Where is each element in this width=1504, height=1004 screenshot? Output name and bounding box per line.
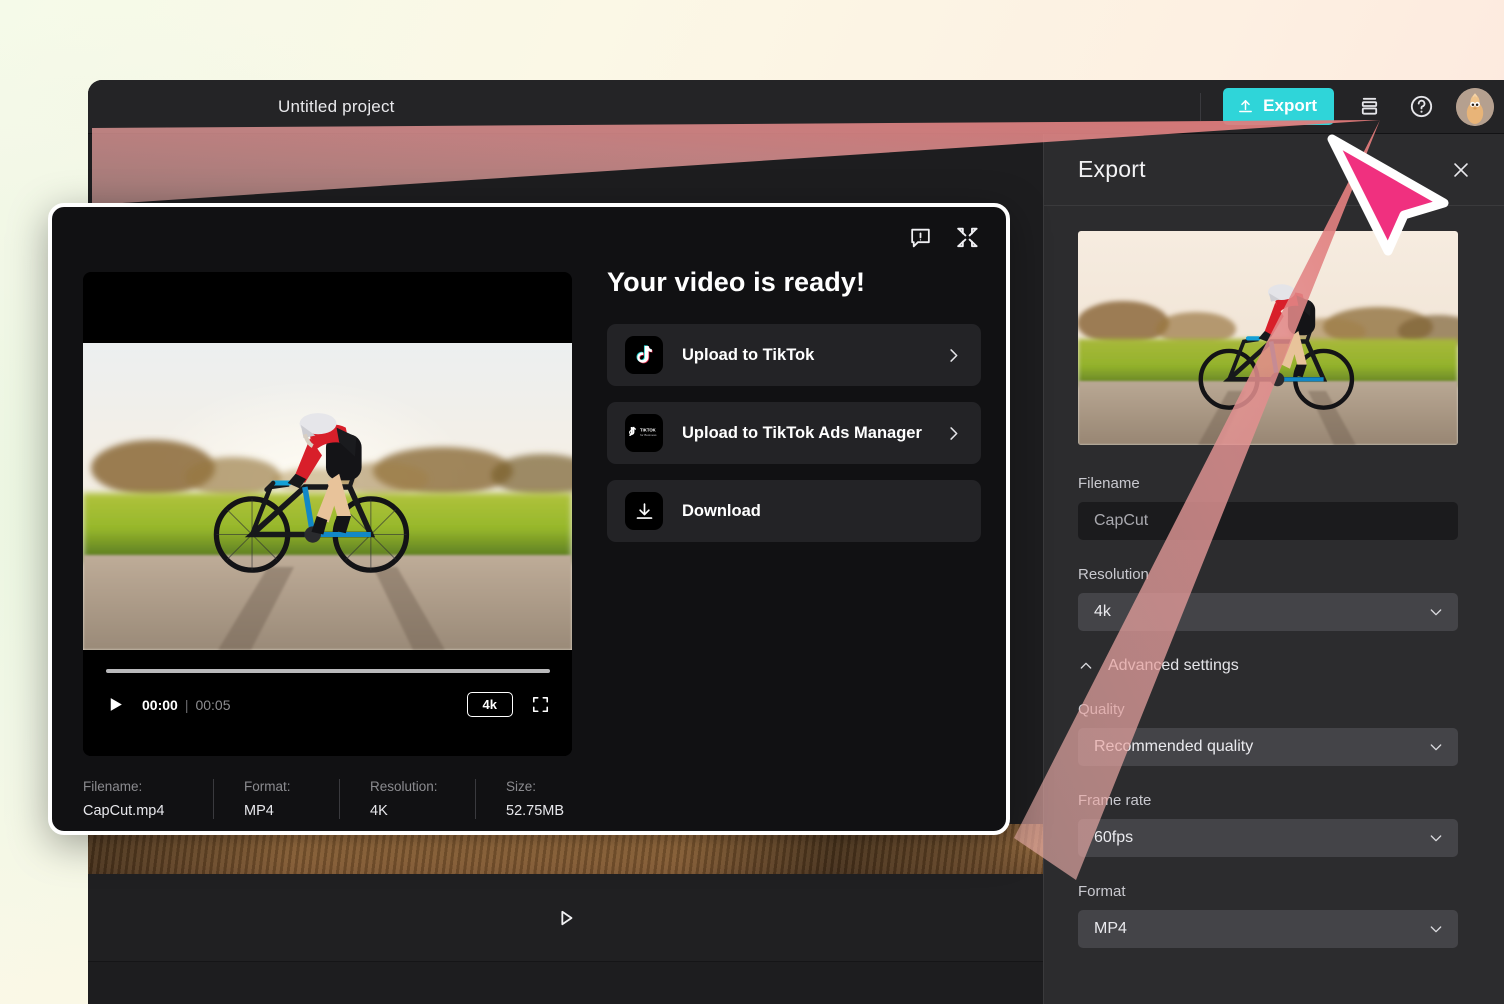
meta-item: Format: MP4 — [244, 779, 309, 819]
export-meta-row: Filename: CapCut.mp4 Format: MP4 Resolut… — [83, 779, 564, 819]
upload-icon — [1237, 98, 1254, 115]
meta-key: Size: — [506, 779, 537, 794]
meta-item: Resolution: 4K — [370, 779, 445, 819]
total-time: 00:05 — [195, 696, 231, 713]
feedback-icon[interactable] — [908, 225, 933, 250]
play-icon[interactable] — [106, 695, 130, 714]
play-outline-icon[interactable] — [555, 907, 577, 929]
meta-divider — [339, 779, 340, 819]
user-avatar[interactable] — [1456, 87, 1494, 126]
meta-value: MP4 — [244, 803, 274, 819]
editor-topbar: Untitled project Export — [88, 80, 1504, 134]
action-label: Download — [682, 501, 761, 520]
time-separator: | — [184, 696, 189, 713]
modal-heading: Your video is ready! — [607, 267, 866, 297]
pointer-cursor — [1327, 134, 1449, 256]
export-complete-modal: 00:00 | 00:05 4k Filename: CapCut.mp4 Fo… — [48, 203, 1010, 835]
format-select[interactable]: MP4 — [1078, 910, 1458, 948]
meta-key: Filename: — [83, 779, 143, 794]
svg-text:TIKTOK: TIKTOK — [640, 428, 657, 433]
quality-label: Quality — [1078, 701, 1125, 718]
download-icon — [625, 492, 663, 530]
layers-icon[interactable] — [1352, 90, 1386, 124]
export-panel-body: Filename Resolution 4k Advanced settings… — [1044, 206, 1504, 948]
meta-value: 52.75MB — [506, 803, 565, 819]
framerate-label: Frame rate — [1078, 792, 1152, 809]
action-label: Upload to TikTok Ads Manager — [682, 423, 922, 442]
quality-value: Recommended quality — [1094, 738, 1254, 755]
framerate-value: 60fps — [1094, 829, 1134, 846]
fullscreen-icon[interactable] — [531, 695, 550, 714]
chevron-right-icon — [944, 346, 963, 365]
tiktok-business-icon: TIKTOK for Business — [625, 414, 663, 452]
video-control-row: 00:00 | 00:05 4k — [106, 692, 550, 717]
chevron-right-icon — [944, 424, 963, 443]
resolution-chip[interactable]: 4k — [466, 692, 513, 717]
export-thumbnail — [1078, 231, 1458, 445]
resolution-select[interactable]: 4k — [1078, 593, 1458, 631]
current-time: 00:00 — [142, 696, 178, 713]
format-value: MP4 — [1094, 920, 1127, 937]
help-circle-icon[interactable] — [1404, 90, 1438, 124]
video-controls: 00:00 | 00:05 4k — [83, 650, 572, 756]
topbar-actions: Export — [1200, 80, 1504, 133]
preview-playbar — [88, 874, 1043, 962]
meta-divider — [475, 779, 476, 819]
resolution-label: Resolution — [1078, 566, 1149, 583]
export-panel-title: Export — [1078, 156, 1146, 182]
modal-actions-column: Your video is ready! Upload to TikTok TI… — [607, 267, 981, 558]
upload-to-tiktok-ads-manager-button[interactable]: TIKTOK for Business Upload to TikTok Ads… — [607, 402, 981, 464]
video-scrubber[interactable] — [106, 669, 550, 673]
action-label: Upload to TikTok — [682, 345, 815, 364]
meta-key: Format: — [244, 779, 291, 794]
meta-item: Filename: CapCut.mp4 — [83, 779, 183, 819]
export-button-label: Export — [1263, 96, 1317, 115]
modal-tools — [908, 225, 980, 250]
meta-value: CapCut.mp4 — [83, 803, 165, 819]
result-video-player: 00:00 | 00:05 4k — [83, 272, 572, 756]
tiktok-icon — [625, 336, 663, 374]
chevron-down-icon — [1428, 921, 1444, 937]
advanced-settings-label: Advanced settings — [1108, 657, 1239, 674]
upload-to-tiktok-button[interactable]: Upload to TikTok — [607, 324, 981, 386]
format-label: Format — [1078, 883, 1126, 900]
export-side-panel: Export Filename CapCut Resolution 4k Adv… — [1043, 134, 1504, 1004]
timeline-area[interactable] — [88, 963, 1043, 1004]
toolbar-divider — [1200, 92, 1202, 121]
project-title: Untitled project — [278, 96, 395, 116]
screenshot-root: Untitled project Export Export Filename … — [0, 0, 1504, 1004]
meta-value: 4K — [370, 803, 388, 819]
svg-text:for Business: for Business — [640, 433, 657, 437]
video-frame — [83, 343, 572, 650]
quality-select[interactable]: Recommended quality — [1078, 728, 1458, 766]
meta-item: Size: 52.75MB — [506, 779, 564, 819]
filename-input[interactable] — [1078, 502, 1458, 540]
resolution-value: 4k — [1094, 603, 1111, 620]
meta-divider — [213, 779, 214, 819]
export-button[interactable]: Export — [1223, 88, 1334, 125]
chevron-down-icon — [1428, 604, 1444, 620]
filename-label: Filename — [1078, 475, 1140, 492]
download-button[interactable]: Download — [607, 480, 981, 542]
framerate-select[interactable]: 60fps — [1078, 819, 1458, 857]
meta-key: Resolution: — [370, 779, 438, 794]
chevron-down-icon — [1428, 830, 1444, 846]
chevron-down-icon — [1428, 739, 1444, 755]
chevron-up-icon — [1078, 658, 1094, 674]
advanced-settings-toggle[interactable]: Advanced settings — [1078, 657, 1470, 675]
collapse-icon[interactable] — [955, 225, 980, 250]
